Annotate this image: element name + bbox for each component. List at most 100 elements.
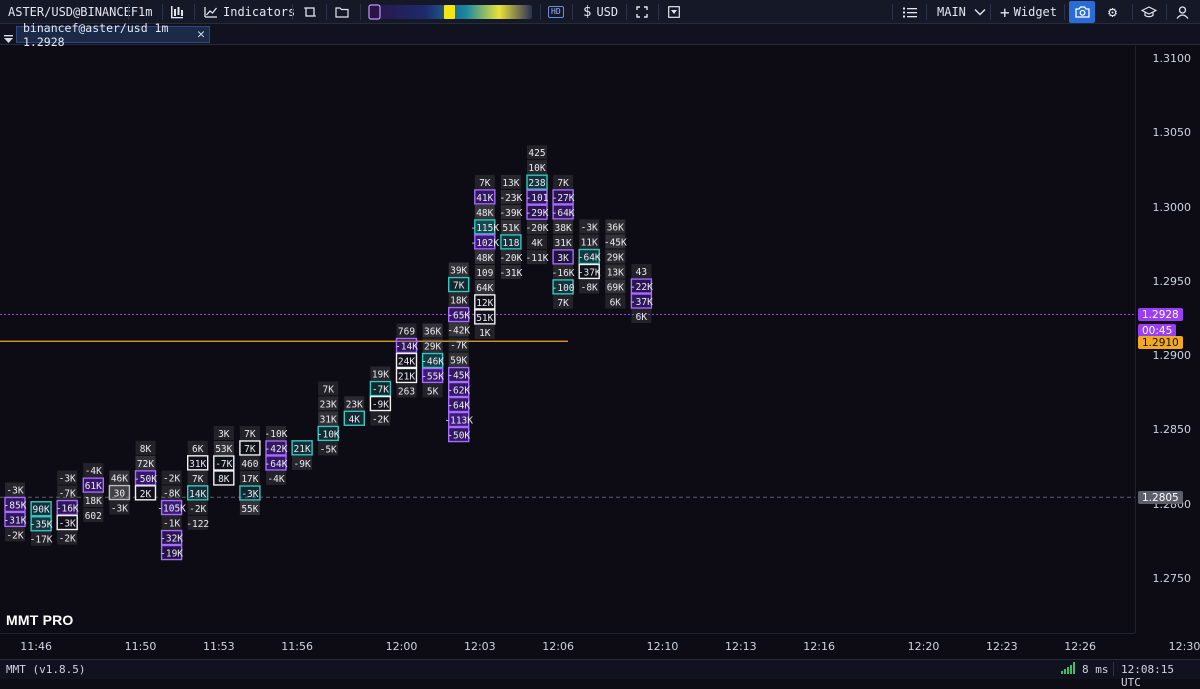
footprint-cell-value: 48K [476,253,493,264]
footprint-cell-value: -50K [447,431,470,442]
footprint-cell-value: 38K [555,223,572,234]
footprint-cell-value: 23K [320,399,337,410]
level-price-tag: 1.2910 [1138,336,1183,349]
time-tick-label: 11:46 [20,640,52,653]
footprint-cell-value: -122 [186,519,209,530]
footprint-cell-value: 30 [114,489,126,500]
fullscreen-button[interactable] [636,0,648,24]
footprint-cell-value: -64K [578,252,601,263]
learn-button[interactable] [1141,0,1157,24]
footprint-cell-value: -35K [30,520,53,531]
footprint-cell-value: 7K [557,178,569,189]
footprint-column: 39K 7K 18K -65K -42K -7K 59K -45K -62K -64K -113K -… [444,262,473,443]
hd-toggle[interactable]: HD [548,0,564,24]
footprint-column: 8K 72K -50K 2K [134,440,157,501]
footprint-cell-value: 6K [636,312,648,323]
footprint-cell-value: 7K [244,429,256,440]
price-tick-label: 1.2950 [1152,274,1192,288]
time-tick-label: 12:23 [985,640,1018,653]
time-tick-label: 12:03 [463,640,496,653]
currency-selector[interactable]: $ USD [583,0,618,24]
heatmap-gradient-slider[interactable] [368,0,532,24]
screenshot-button[interactable] [1069,1,1095,23]
tab-chart[interactable]: binancef@aster/usd 1m 1.2928 ✕ [16,21,210,49]
time-axis[interactable]: 11:46 11:50 11:53 11:56 12:00 12:03 12:06 12:10… [0,633,1200,660]
crop-button[interactable] [304,0,316,24]
line-chart-icon [204,7,218,18]
footprint-cell-value: -5K [320,444,337,455]
footprint-cell-value: 4K [531,238,543,249]
footprint-cell-value: 61K [85,481,102,492]
footprint-cell-value: -10K [265,429,288,440]
footprint-cell-value: -23K [499,193,522,204]
footprint-cell-value: -29K [526,208,549,219]
footprint-chart[interactable]: -3K -85K -31K -2K 90K -35K -17K -3K -7K -16K -3K -2… [0,46,1135,633]
divider [1064,4,1065,20]
footprint-cell-value: -31K [499,268,522,279]
plus-icon: + [1000,2,1010,22]
divider [1132,4,1133,20]
footprint-cell-value: 59K [450,356,467,367]
footprint-cell-value: -20K [526,223,549,234]
account-button[interactable] [1176,0,1189,24]
footprint-cell-value: 41K [476,193,493,204]
footprint-cell-value: -37K [630,297,653,308]
footprint-cell-value: -7K [372,385,389,396]
footprint-cell-value: 51K [502,223,519,234]
layout-selector[interactable]: MAIN [937,0,986,24]
footprint-cell-value: -3K [6,485,23,496]
footprint-cell-value: 31K [555,238,572,249]
divider [658,4,659,20]
footprint-cell-value: 72K [137,459,154,470]
footprint-column: 7K 23K 31K -10K -5K [317,381,340,456]
footprint-column: 7K -27K -64K 38K 31K 3K -16K -100 7K [552,174,575,309]
footprint-column: -3K 11K -64K -37K -8K [578,219,601,294]
footprint-cell-value: -2K [372,415,389,426]
price-tick-label: 1.2750 [1152,572,1192,585]
dropdown-button[interactable] [668,0,680,24]
footprint-column: 36K -45K 29K 13K 69K 6K [604,219,627,309]
footprint-cell-value: -7K [450,341,467,352]
time-tick-label: 12:20 [907,640,940,653]
footprint-cell-value: -2K [189,504,206,515]
footprint-cell-value: 3K [557,253,569,264]
footprint-cell-value: 64K [476,283,493,294]
footprint-cell-value: -2K [6,530,23,541]
close-icon[interactable]: ✕ [197,27,205,42]
divider [626,4,627,20]
footprint-cell-value: 46K [111,474,128,485]
footprint-cell-value: -45K [604,237,627,248]
footprint-cell-value: 460 [241,459,258,470]
footprint-column: 3K 53K -7K 8K [213,425,235,486]
menu-button[interactable] [903,0,917,24]
footprint-column: 90K -35K -17K [30,501,53,546]
fullscreen-icon [636,6,648,18]
footprint-cell-value: -27K [552,193,575,204]
slider-min-handle[interactable] [368,4,381,20]
footprint-cell-value: -2K [163,474,180,485]
footprint-cell-value: -102K [470,238,499,249]
slider-max-handle[interactable] [444,5,455,19]
footprint-cell-value: -17K [30,535,53,546]
time-tick-label: 11:56 [281,640,313,653]
footprint-cell-value: -2K [59,534,76,545]
footprint-column: 6K 31K 7K 14K -2K -122 [186,440,209,530]
clock-label: 12:08:15 UTC [1121,663,1174,689]
indicators-button[interactable]: Indicators [204,0,295,24]
signal-icon [1061,662,1075,677]
add-widget-button[interactable]: + Widget [1000,0,1057,24]
footprint-cell-value: -7K [59,489,76,500]
settings-button[interactable]: ⚙ [1108,0,1117,24]
chevron-down-icon [974,9,986,16]
footprint-cell-value: -46K [421,356,444,367]
open-folder-button[interactable] [335,0,350,24]
time-tick-label: 12:26 [1064,640,1096,653]
footprint-cell-value: -11K [526,253,549,264]
currency-label: USD [596,5,619,19]
footprint-cell-value: -19K [160,549,183,560]
footprint-cell-value: -50K [134,474,157,485]
footprint-cell-value: -8K [581,282,598,293]
footprint-cell-value: -16K [56,504,79,515]
footprint-cell-value: 12K [476,298,493,309]
footprint-cell-value: 1K [479,328,491,339]
